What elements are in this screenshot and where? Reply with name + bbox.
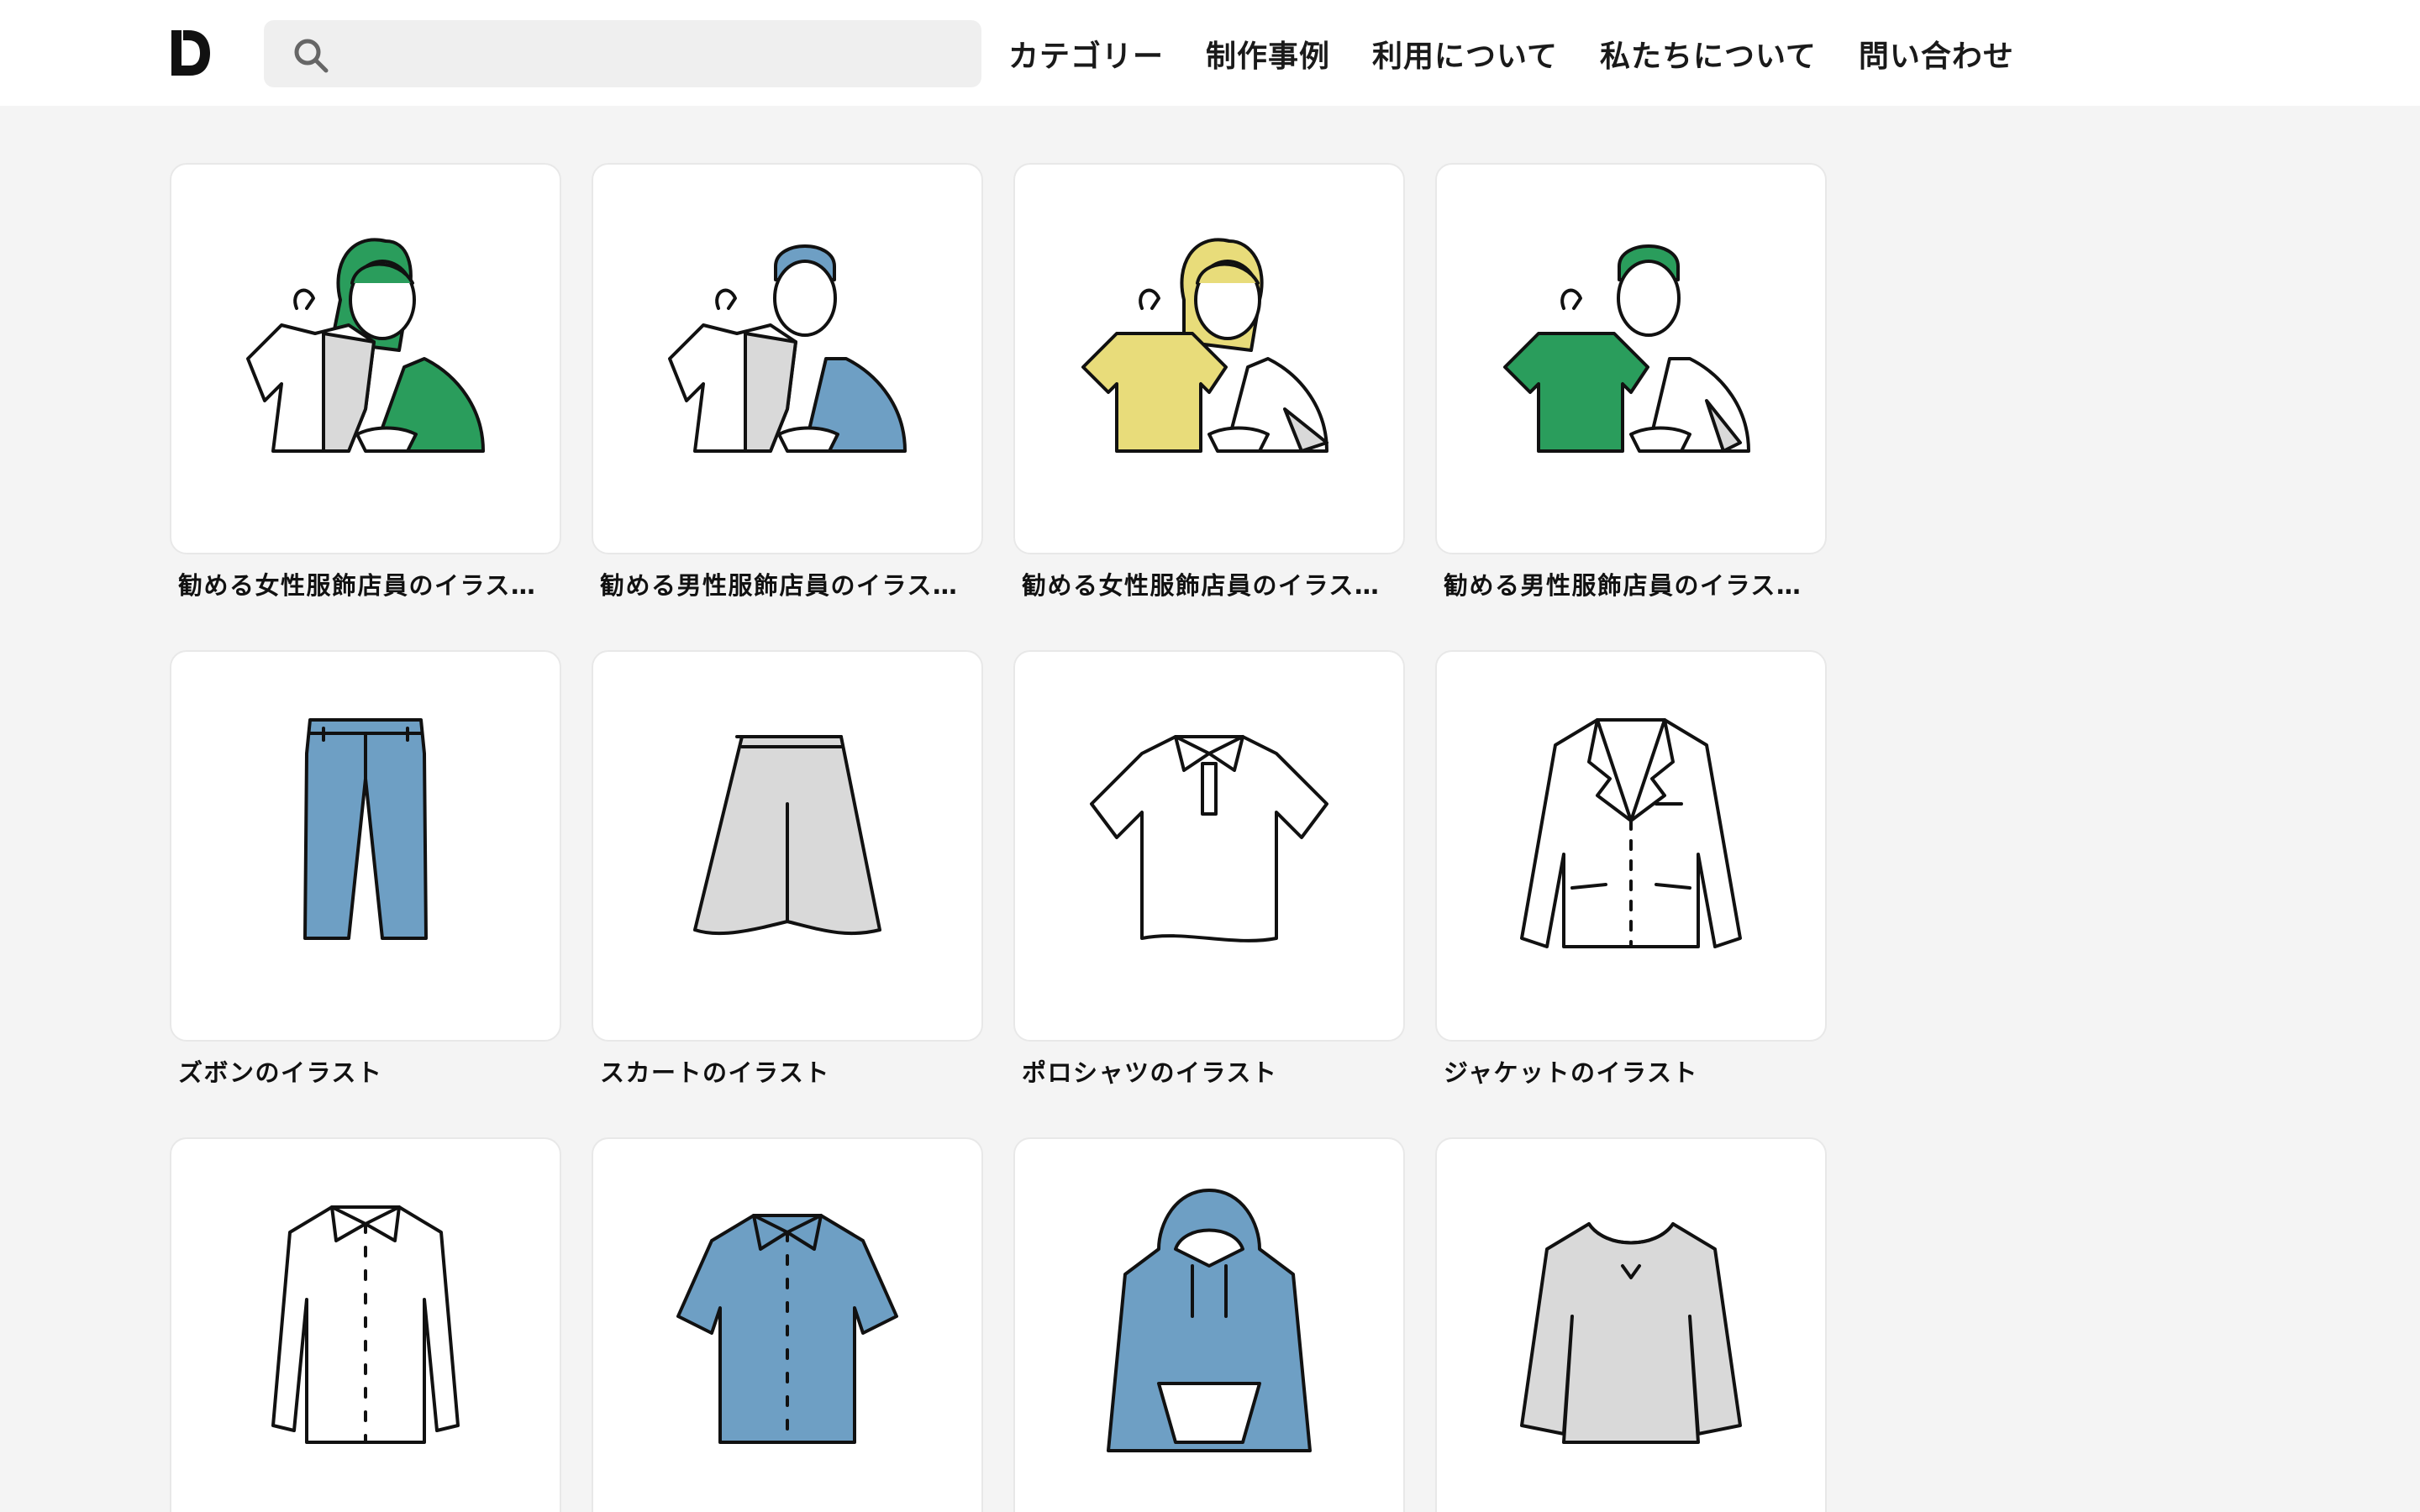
- card-caption[interactable]: 勧める男性服飾店員のイラスト…: [592, 566, 978, 601]
- illustration-card[interactable]: [1013, 1137, 1405, 1512]
- card-caption[interactable]: ズボンのイラスト: [170, 1053, 556, 1089]
- card-thumbnail[interactable]: [170, 163, 561, 554]
- card-caption[interactable]: 勧める女性服飾店員のイラスト…: [1013, 566, 1400, 601]
- card-thumbnail[interactable]: [170, 1137, 561, 1512]
- card-thumbnail[interactable]: [1435, 163, 1827, 554]
- nav-item-contact[interactable]: 問い合わせ: [1859, 32, 2014, 76]
- card-thumbnail[interactable]: [170, 650, 561, 1042]
- illustration-card[interactable]: [1435, 1137, 1827, 1512]
- card-caption[interactable]: 勧める女性服飾店員のイラスト…: [170, 566, 556, 601]
- card-caption[interactable]: スカートのイラスト: [592, 1053, 978, 1089]
- search-input[interactable]: [345, 20, 961, 89]
- man-clerk-blue-icon: [668, 244, 907, 453]
- card-caption[interactable]: ジャケットのイラスト: [1435, 1053, 1822, 1089]
- illustration-card[interactable]: 勧める女性服飾店員のイラスト…: [1013, 163, 1405, 601]
- nav-item-works[interactable]: 制作事例: [1206, 32, 1330, 76]
- hoodie-icon: [1107, 1189, 1312, 1452]
- illustration-card[interactable]: スカートのイラスト: [592, 650, 983, 1089]
- nav-item-about[interactable]: 私たちについて: [1600, 32, 1817, 76]
- illustration-card[interactable]: [592, 1137, 983, 1512]
- card-thumbnail[interactable]: [1013, 650, 1405, 1042]
- card-thumbnail[interactable]: [1013, 163, 1405, 554]
- sweatshirt-icon: [1520, 1222, 1742, 1444]
- illustration-card[interactable]: ズボンのイラスト: [170, 650, 561, 1089]
- card-thumbnail[interactable]: [592, 163, 983, 554]
- shirt-icon: [271, 1205, 460, 1444]
- card-thumbnail[interactable]: [592, 1137, 983, 1512]
- main-nav: カテゴリー 制作事例 利用について 私たちについて 問い合わせ: [1008, 32, 2014, 76]
- polo-shirt-icon: [1090, 735, 1328, 942]
- illustration-card[interactable]: [170, 1137, 561, 1512]
- illustration-grid: 勧める女性服飾店員のイラスト… 勧める男性服飾店員のイラスト… 勧める女性服飾店…: [170, 163, 1828, 1512]
- illustration-card[interactable]: ポロシャツのイラスト: [1013, 650, 1405, 1089]
- pants-icon: [303, 718, 428, 940]
- card-thumbnail[interactable]: [1435, 650, 1827, 1042]
- search-bar[interactable]: [264, 20, 981, 89]
- search-icon: [294, 39, 329, 73]
- illustration-card[interactable]: 勧める男性服飾店員のイラスト…: [592, 163, 983, 601]
- illustration-card[interactable]: ジャケットのイラスト: [1435, 650, 1827, 1089]
- short-sleeve-shirt-icon: [676, 1214, 898, 1444]
- logo-icon[interactable]: [166, 25, 213, 81]
- man-clerk-green-icon: [1503, 244, 1750, 453]
- card-caption[interactable]: ポロシャツのイラスト: [1013, 1053, 1400, 1089]
- nav-item-usage[interactable]: 利用について: [1372, 32, 1558, 76]
- site-header: カテゴリー 制作事例 利用について 私たちについて 問い合わせ: [0, 0, 2420, 106]
- woman-clerk-green-icon: [246, 238, 485, 453]
- jacket-icon: [1520, 718, 1742, 948]
- card-thumbnail[interactable]: [592, 650, 983, 1042]
- card-thumbnail[interactable]: [1013, 1137, 1405, 1512]
- card-thumbnail[interactable]: [1435, 1137, 1827, 1512]
- card-caption[interactable]: 勧める男性服飾店員のイラスト…: [1435, 566, 1822, 601]
- woman-clerk-yellow-icon: [1081, 238, 1328, 453]
- nav-item-category[interactable]: カテゴリー: [1008, 32, 1164, 76]
- illustration-card[interactable]: 勧める男性服飾店員のイラスト…: [1435, 163, 1827, 601]
- illustration-card[interactable]: 勧める女性服飾店員のイラスト…: [170, 163, 561, 601]
- skirt-icon: [693, 735, 881, 936]
